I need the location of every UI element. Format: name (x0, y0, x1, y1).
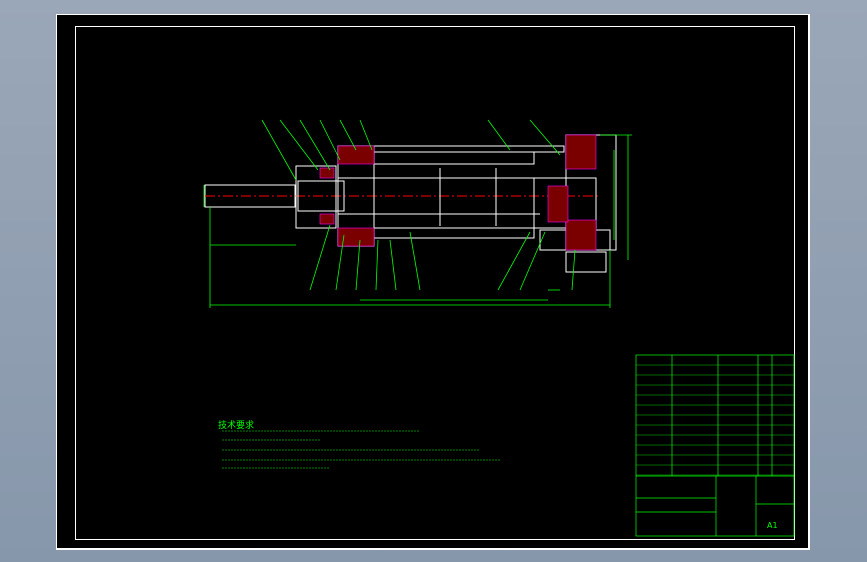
rear-mount (565, 251, 607, 273)
leader-16 (519, 231, 546, 291)
leader-11 (355, 239, 361, 291)
barrel-lower-wall (373, 227, 535, 239)
outer-sheet-frame (56, 14, 809, 549)
leader-13 (389, 239, 397, 291)
scale-label: A1 (767, 521, 778, 530)
leader-3 (299, 119, 331, 171)
leader-17 (571, 249, 576, 291)
leader-1 (261, 119, 297, 181)
hatch-rear-cap-top (565, 134, 597, 170)
title-block-frame (635, 354, 795, 537)
leader-12 (375, 239, 379, 291)
leader-9 (309, 224, 331, 291)
barrel-upper-wall (373, 151, 535, 165)
title-block (635, 354, 795, 537)
leader-14 (409, 231, 421, 291)
cad-drawing-canvas (56, 14, 809, 549)
hatch-front-flange-top (337, 145, 375, 165)
leader-15 (497, 231, 531, 291)
parts-list-rows (636, 364, 794, 476)
hatch-seal-top (319, 167, 335, 179)
leader-8 (529, 119, 561, 156)
hatch-piston (547, 185, 569, 223)
tie-rod-top (373, 145, 565, 153)
hatch-rear-cap-bottom (565, 219, 597, 251)
notes-title: 技术要求 (218, 421, 255, 431)
inner-drawing-frame (75, 26, 795, 540)
notes-lines (222, 430, 500, 469)
leader-4 (319, 119, 341, 161)
hatch-seal-bottom (319, 213, 335, 225)
